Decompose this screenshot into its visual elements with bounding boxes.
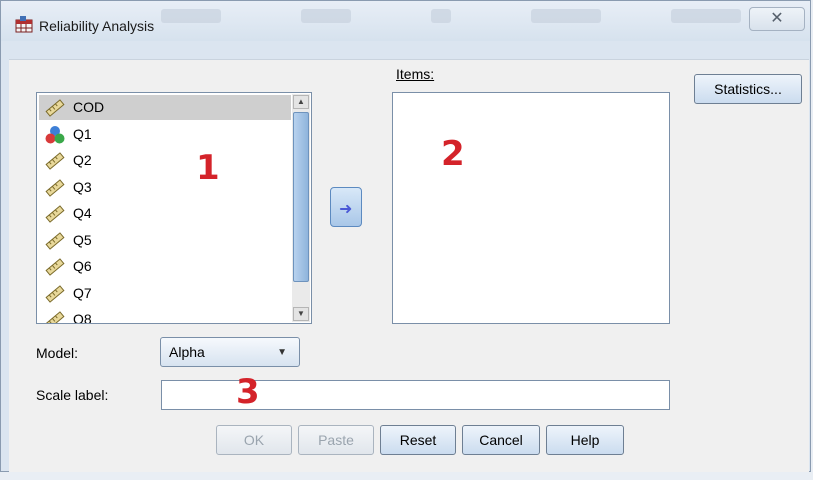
scroll-down-arrow[interactable]: ▼ bbox=[293, 307, 309, 321]
ruler-icon bbox=[45, 151, 65, 171]
statistics-button[interactable]: Statistics... bbox=[694, 74, 802, 104]
nominal-balls-icon bbox=[45, 125, 65, 145]
variable-item[interactable]: Q3 bbox=[39, 175, 291, 200]
close-button[interactable]: ✕ bbox=[749, 7, 805, 31]
cancel-button-label: Cancel bbox=[479, 432, 523, 448]
variable-item[interactable]: Q2 bbox=[39, 148, 291, 173]
title-bar: Reliability Analysis ✕ bbox=[1, 1, 810, 41]
background-ghost-text bbox=[431, 9, 451, 23]
reset-button-label: Reset bbox=[399, 432, 437, 448]
move-to-items-button[interactable]: ➜ bbox=[330, 187, 362, 227]
items-label: Items: bbox=[396, 66, 435, 82]
chevron-down-icon: ▼ bbox=[277, 347, 287, 358]
model-dropdown[interactable]: Alpha ▼ bbox=[160, 337, 300, 367]
variable-item[interactable]: Q5 bbox=[39, 228, 291, 253]
ruler-icon bbox=[45, 204, 65, 224]
variable-label: Q1 bbox=[73, 125, 92, 142]
help-button[interactable]: Help bbox=[546, 425, 624, 455]
reset-button[interactable]: Reset bbox=[380, 425, 456, 455]
variable-label: Q2 bbox=[73, 152, 92, 168]
variable-item[interactable]: COD bbox=[39, 95, 291, 120]
variable-list[interactable]: COD Q1 Q2 Q3 Q4 Q5 Q6 Q7 Q8 ▲ ▼ bbox=[36, 92, 312, 324]
variable-list-scrollbar[interactable]: ▲ ▼ bbox=[292, 94, 310, 322]
ruler-icon bbox=[45, 178, 65, 198]
background-ghost-text bbox=[671, 9, 741, 23]
spss-app-icon bbox=[15, 16, 33, 33]
ruler-icon bbox=[45, 231, 65, 251]
variable-label: Q8 bbox=[73, 311, 92, 324]
variable-label: COD bbox=[73, 99, 105, 115]
statistics-button-label: Statistics... bbox=[714, 81, 782, 97]
ruler-icon bbox=[45, 98, 65, 118]
cancel-button[interactable]: Cancel bbox=[462, 425, 540, 455]
ok-button-label: OK bbox=[243, 432, 265, 448]
ruler-icon bbox=[45, 257, 65, 277]
scroll-thumb[interactable] bbox=[293, 112, 309, 282]
help-button-label: Help bbox=[570, 432, 600, 448]
variable-label: Q4 bbox=[73, 205, 92, 221]
model-label: Model: bbox=[36, 345, 79, 361]
window-title: Reliability Analysis bbox=[39, 18, 155, 34]
background-ghost-text bbox=[301, 9, 351, 23]
paste-button-label: Paste bbox=[318, 432, 354, 448]
annotation-number-3: 3 bbox=[236, 372, 260, 412]
variable-label: Q6 bbox=[73, 258, 92, 274]
scale-label-label: Scale label: bbox=[36, 387, 109, 403]
items-list[interactable] bbox=[392, 92, 670, 324]
ruler-icon bbox=[45, 310, 65, 323]
background-ghost-text bbox=[531, 9, 601, 23]
ok-button[interactable]: OK bbox=[216, 425, 292, 455]
annotation-number-1: 1 bbox=[196, 148, 220, 188]
variable-item[interactable]: Q7 bbox=[39, 281, 291, 306]
ruler-icon bbox=[45, 284, 65, 304]
variable-item[interactable]: Q8 bbox=[39, 307, 291, 324]
variable-label: Q7 bbox=[73, 284, 92, 301]
annotation-number-2: 2 bbox=[441, 134, 465, 174]
variable-item[interactable]: Q1 bbox=[39, 122, 291, 147]
arrow-right-icon: ➜ bbox=[339, 201, 353, 218]
variable-item[interactable]: Q4 bbox=[39, 201, 291, 226]
model-selected-value: Alpha bbox=[169, 344, 205, 360]
background-ghost-text bbox=[161, 9, 221, 23]
variable-label: Q5 bbox=[73, 231, 92, 248]
paste-button[interactable]: Paste bbox=[298, 425, 374, 455]
scroll-up-arrow[interactable]: ▲ bbox=[293, 95, 309, 109]
variable-label: Q3 bbox=[73, 178, 92, 195]
variable-item[interactable]: Q6 bbox=[39, 254, 291, 279]
